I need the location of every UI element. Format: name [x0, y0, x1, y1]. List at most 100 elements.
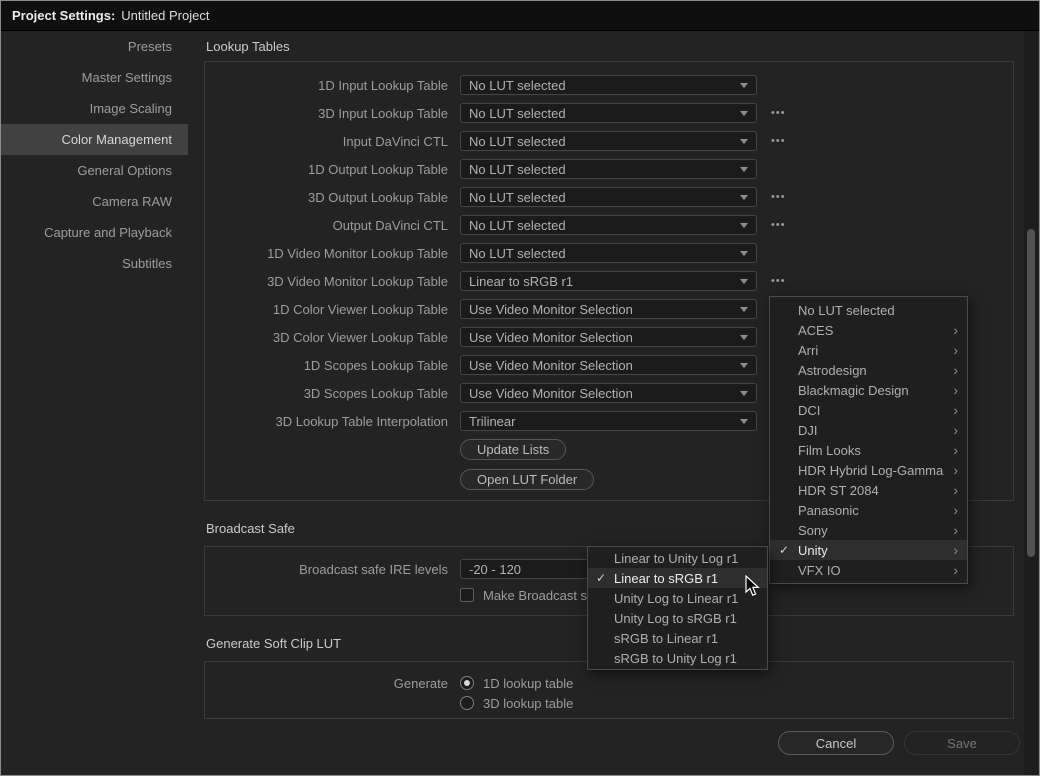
submenu-arrow-icon: › [953, 563, 958, 577]
lut-select-dropdown[interactable]: No LUT selected [460, 131, 757, 151]
lut-select-dropdown[interactable]: No LUT selected [460, 103, 757, 123]
menu-item-label: Arri [798, 343, 818, 358]
dropdown-value: No LUT selected [469, 106, 740, 121]
make-broadcast-safe-checkbox[interactable] [460, 588, 474, 602]
window-title: Project Settings: [12, 8, 115, 23]
dropdown-value: Use Video Monitor Selection [469, 386, 740, 401]
lut-select-dropdown[interactable]: Linear to sRGB r1 [460, 271, 757, 291]
lut-select-dropdown[interactable]: Use Video Monitor Selection [460, 299, 757, 319]
row-label: 3D Scopes Lookup Table [205, 386, 448, 401]
menu-item[interactable]: Film Looks › [770, 440, 967, 460]
menu-item-label: ACES [798, 323, 833, 338]
chevron-down-icon [740, 391, 748, 396]
submenu-item[interactable]: sRGB to Unity Log r1 [588, 648, 767, 668]
ellipsis-icon: ••• [771, 191, 786, 203]
sidebar-item[interactable]: Master Settings [1, 62, 188, 93]
row-label: 3D Lookup Table Interpolation [205, 414, 448, 429]
sidebar-item-label: Presets [128, 39, 172, 54]
lut-select-dropdown[interactable]: No LUT selected [460, 75, 757, 95]
submenu-item[interactable]: Linear to Unity Log r1 [588, 548, 767, 568]
dropdown-value: No LUT selected [469, 246, 740, 261]
chevron-down-icon [740, 363, 748, 368]
save-button[interactable]: Save [904, 731, 1020, 755]
menu-item-label: Blackmagic Design [798, 383, 909, 398]
menu-item[interactable]: Arri › [770, 340, 967, 360]
menu-item[interactable]: HDR Hybrid Log-Gamma › [770, 460, 967, 480]
submenu-arrow-icon: › [953, 503, 958, 517]
menu-item[interactable]: DCI › [770, 400, 967, 420]
more-options-button[interactable]: ••• [771, 191, 786, 203]
sidebar-item-label: Subtitles [122, 256, 172, 271]
menu-item[interactable]: No LUT selected [770, 300, 967, 320]
sidebar-item[interactable]: Capture and Playback [1, 217, 188, 248]
radio-button[interactable] [460, 696, 474, 710]
row-label: 1D Scopes Lookup Table [205, 358, 448, 373]
chevron-down-icon [740, 195, 748, 200]
lookup-tables-heading: Lookup Tables [206, 39, 290, 54]
submenu-item[interactable]: Unity Log to sRGB r1 [588, 608, 767, 628]
menu-item[interactable]: Astrodesign › [770, 360, 967, 380]
lut-select-dropdown[interactable]: Use Video Monitor Selection [460, 355, 757, 375]
unity-lut-submenu: Linear to Unity Log r1 ✓ Linear to sRGB … [587, 546, 768, 670]
lut-select-dropdown[interactable]: No LUT selected [460, 243, 757, 263]
dropdown-value: Linear to sRGB r1 [469, 274, 740, 289]
project-name: Untitled Project [121, 8, 209, 23]
checkbox-label: Make Broadcast s [483, 588, 587, 603]
more-options-button[interactable]: ••• [771, 219, 786, 231]
menu-item[interactable]: Blackmagic Design › [770, 380, 967, 400]
submenu-item[interactable]: sRGB to Linear r1 [588, 628, 767, 648]
chevron-down-icon [740, 223, 748, 228]
scrollbar-thumb[interactable] [1027, 229, 1035, 557]
update-lists-button[interactable]: Update Lists [460, 439, 566, 460]
sidebar-item[interactable]: Image Scaling [1, 93, 188, 124]
lut-select-dropdown[interactable]: No LUT selected [460, 187, 757, 207]
lookup-row: Input DaVinci CTL No LUT selected ••• [205, 127, 1013, 155]
menu-item[interactable]: VFX IO › [770, 560, 967, 580]
lut-select-dropdown[interactable]: Trilinear [460, 411, 757, 431]
chevron-down-icon [740, 83, 748, 88]
submenu-item[interactable]: Unity Log to Linear r1 [588, 588, 767, 608]
submenu-arrow-icon: › [953, 463, 958, 477]
menu-item[interactable]: ACES › [770, 320, 967, 340]
dropdown-value: No LUT selected [469, 162, 740, 177]
row-label: 1D Video Monitor Lookup Table [205, 246, 448, 261]
more-options-button[interactable]: ••• [771, 107, 786, 119]
ellipsis-icon: ••• [771, 135, 786, 147]
lut-select-dropdown[interactable]: Use Video Monitor Selection [460, 327, 757, 347]
sidebar-item[interactable]: Presets [1, 31, 188, 62]
radio-button[interactable] [460, 676, 474, 690]
menu-item[interactable]: Sony › [770, 520, 967, 540]
sidebar-item[interactable]: Subtitles [1, 248, 188, 279]
mouse-cursor-icon [745, 575, 763, 598]
dropdown-value: No LUT selected [469, 218, 740, 233]
submenu-item[interactable]: ✓ Linear to sRGB r1 [588, 568, 767, 588]
menu-item[interactable]: DJI › [770, 420, 967, 440]
menu-item-label: HDR ST 2084 [798, 483, 879, 498]
menu-item[interactable]: Panasonic › [770, 500, 967, 520]
checkmark-icon: ✓ [596, 571, 606, 585]
submenu-arrow-icon: › [953, 383, 958, 397]
open-lut-folder-button[interactable]: Open LUT Folder [460, 469, 594, 490]
submenu-item-label: Unity Log to Linear r1 [614, 591, 738, 606]
lut-select-dropdown[interactable]: No LUT selected [460, 159, 757, 179]
menu-item[interactable]: HDR ST 2084 › [770, 480, 967, 500]
sidebar-item[interactable]: General Options [1, 155, 188, 186]
menu-item[interactable]: ✓ Unity › [770, 540, 967, 560]
sidebar-item[interactable]: Color Management [1, 124, 188, 155]
chevron-down-icon [740, 279, 748, 284]
more-options-button[interactable]: ••• [771, 275, 786, 287]
menu-item-label: Astrodesign [798, 363, 867, 378]
ellipsis-icon: ••• [771, 107, 786, 119]
sidebar-item[interactable]: Camera RAW [1, 186, 188, 217]
cancel-button[interactable]: Cancel [778, 731, 894, 755]
dropdown-value: No LUT selected [469, 134, 740, 149]
lookup-row: 3D Output Lookup Table No LUT selected •… [205, 183, 1013, 211]
row-label: Output DaVinci CTL [205, 218, 448, 233]
lut-select-dropdown[interactable]: No LUT selected [460, 215, 757, 235]
more-options-button[interactable]: ••• [771, 135, 786, 147]
chevron-down-icon [740, 335, 748, 340]
scrollbar-track[interactable] [1024, 31, 1038, 776]
lut-select-dropdown[interactable]: Use Video Monitor Selection [460, 383, 757, 403]
title-bar: Project Settings: Untitled Project [1, 1, 1039, 31]
dropdown-value: Use Video Monitor Selection [469, 358, 740, 373]
